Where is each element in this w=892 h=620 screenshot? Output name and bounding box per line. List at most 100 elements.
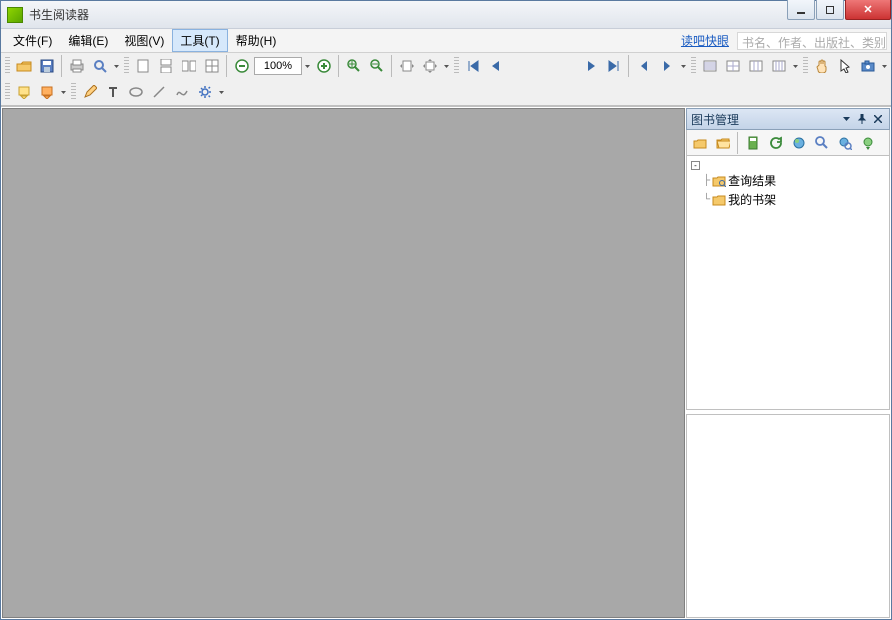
- pointer-tool-button[interactable]: [834, 55, 856, 77]
- panel-refresh-button[interactable]: [765, 132, 787, 154]
- panel-menu-button[interactable]: [839, 112, 853, 126]
- toolbar-overflow[interactable]: [59, 81, 68, 103]
- panel-title: 图书管理: [691, 111, 837, 128]
- separator: [336, 55, 342, 77]
- separator: [626, 55, 632, 77]
- page-continuous-facing-button[interactable]: [201, 55, 223, 77]
- toolbar-grip[interactable]: [5, 83, 10, 101]
- app-icon: [7, 7, 23, 23]
- toolbar-grip[interactable]: [5, 57, 10, 75]
- tree-item-label: 我的书架: [728, 191, 776, 208]
- nav-back-button[interactable]: [633, 55, 655, 77]
- menu-view[interactable]: 视图(V): [116, 29, 172, 52]
- zoom-input[interactable]: 100%: [254, 57, 302, 75]
- menu-edit[interactable]: 编辑(E): [60, 29, 116, 52]
- nav-forward-button[interactable]: [656, 55, 678, 77]
- toolbar-area: 100%: [1, 53, 891, 106]
- tree-view[interactable]: - ├ 查询结果 └ 我的书架: [686, 156, 890, 410]
- magnify-in-button[interactable]: [343, 55, 365, 77]
- hand-tool-button[interactable]: [811, 55, 833, 77]
- menubar: 文件(F) 编辑(E) 视图(V) 工具(T) 帮助(H) 读吧快眼 书名、作者…: [1, 29, 891, 53]
- panel-web-button[interactable]: [788, 132, 810, 154]
- panel-header: 图书管理: [686, 108, 890, 130]
- last-page-button[interactable]: [603, 55, 625, 77]
- fit-page-button[interactable]: [419, 55, 441, 77]
- annotation2-button[interactable]: [36, 81, 58, 103]
- panel-globe-search-button[interactable]: [834, 132, 856, 154]
- zoom-dropdown[interactable]: [303, 55, 312, 77]
- layout2-button[interactable]: [722, 55, 744, 77]
- prev-page-button[interactable]: [485, 55, 507, 77]
- panel-book-button[interactable]: [742, 132, 764, 154]
- freehand-tool-button[interactable]: [171, 81, 193, 103]
- app-title: 书生阅读器: [29, 6, 89, 23]
- search-input[interactable]: 书名、作者、出版社、类别等: [737, 32, 887, 50]
- titlebar: 书生阅读器 ✕: [1, 1, 891, 29]
- menu-file[interactable]: 文件(F): [5, 29, 60, 52]
- toolbar-overflow[interactable]: [791, 55, 800, 77]
- settings-button[interactable]: [194, 81, 216, 103]
- panel-download-button[interactable]: [857, 132, 879, 154]
- toolbar-grip[interactable]: [691, 57, 696, 75]
- tree-connector: ├: [703, 175, 710, 186]
- panel-search-button[interactable]: [811, 132, 833, 154]
- open-button[interactable]: [13, 55, 35, 77]
- page-continuous-button[interactable]: [155, 55, 177, 77]
- panel-preview-box: [686, 414, 890, 618]
- toolbar-row-1: 100%: [1, 53, 891, 79]
- tree-collapse-icon[interactable]: -: [691, 161, 700, 170]
- toolbar-grip[interactable]: [803, 57, 808, 75]
- folder-icon: [712, 193, 726, 207]
- maximize-button[interactable]: [816, 0, 844, 20]
- ellipse-tool-button[interactable]: [125, 81, 147, 103]
- minimize-button[interactable]: [787, 0, 815, 20]
- zoom-out-button[interactable]: [231, 55, 253, 77]
- menu-help[interactable]: 帮助(H): [228, 29, 285, 52]
- layout4-button[interactable]: [768, 55, 790, 77]
- magnify-out-button[interactable]: [366, 55, 388, 77]
- annotation1-button[interactable]: [13, 81, 35, 103]
- toolbar-grip[interactable]: [454, 57, 459, 75]
- toolbar-overflow[interactable]: [679, 55, 688, 77]
- toolbar-grip[interactable]: [124, 57, 129, 75]
- layout1-button[interactable]: [699, 55, 721, 77]
- window-controls: ✕: [786, 0, 891, 20]
- close-button[interactable]: ✕: [845, 0, 891, 20]
- panel-folder-button[interactable]: [712, 132, 734, 154]
- layout3-button[interactable]: [745, 55, 767, 77]
- document-canvas: [2, 108, 685, 618]
- page-facing-button[interactable]: [178, 55, 200, 77]
- panel-open-button[interactable]: [689, 132, 711, 154]
- save-button[interactable]: [36, 55, 58, 77]
- tree-connector: └: [703, 194, 710, 205]
- page-single-button[interactable]: [132, 55, 154, 77]
- read-link[interactable]: 读吧快眼: [681, 32, 729, 49]
- tree-item-my-shelf[interactable]: └ 我的书架: [703, 190, 887, 209]
- tree-item-search-results[interactable]: ├ 查询结果: [703, 171, 887, 190]
- separator: [389, 55, 395, 77]
- preview-button[interactable]: [89, 55, 111, 77]
- print-button[interactable]: [66, 55, 88, 77]
- fit-width-button[interactable]: [396, 55, 418, 77]
- separator: [59, 55, 65, 77]
- panel-close-button[interactable]: [871, 112, 885, 126]
- tree-root[interactable]: -: [689, 160, 887, 171]
- toolbar-overflow[interactable]: [442, 55, 451, 77]
- line-tool-button[interactable]: [148, 81, 170, 103]
- zoom-in-button[interactable]: [313, 55, 335, 77]
- next-page-button[interactable]: [580, 55, 602, 77]
- app-window: 书生阅读器 ✕ 文件(F) 编辑(E) 视图(V) 工具(T) 帮助(H) 读吧…: [0, 0, 892, 620]
- toolbar-row-2: [1, 79, 891, 105]
- toolbar-grip[interactable]: [71, 83, 76, 101]
- toolbar-overflow[interactable]: [112, 55, 121, 77]
- panel-toolbar: [686, 130, 890, 156]
- toolbar-overflow[interactable]: [217, 81, 226, 103]
- first-page-button[interactable]: [462, 55, 484, 77]
- pencil-tool-button[interactable]: [79, 81, 101, 103]
- text-tool-button[interactable]: [102, 81, 124, 103]
- toolbar-overflow[interactable]: [880, 55, 889, 77]
- side-panel: 图书管理 -: [686, 108, 890, 618]
- menu-tools[interactable]: 工具(T): [172, 29, 227, 52]
- snapshot-tool-button[interactable]: [857, 55, 879, 77]
- panel-pin-button[interactable]: [855, 112, 869, 126]
